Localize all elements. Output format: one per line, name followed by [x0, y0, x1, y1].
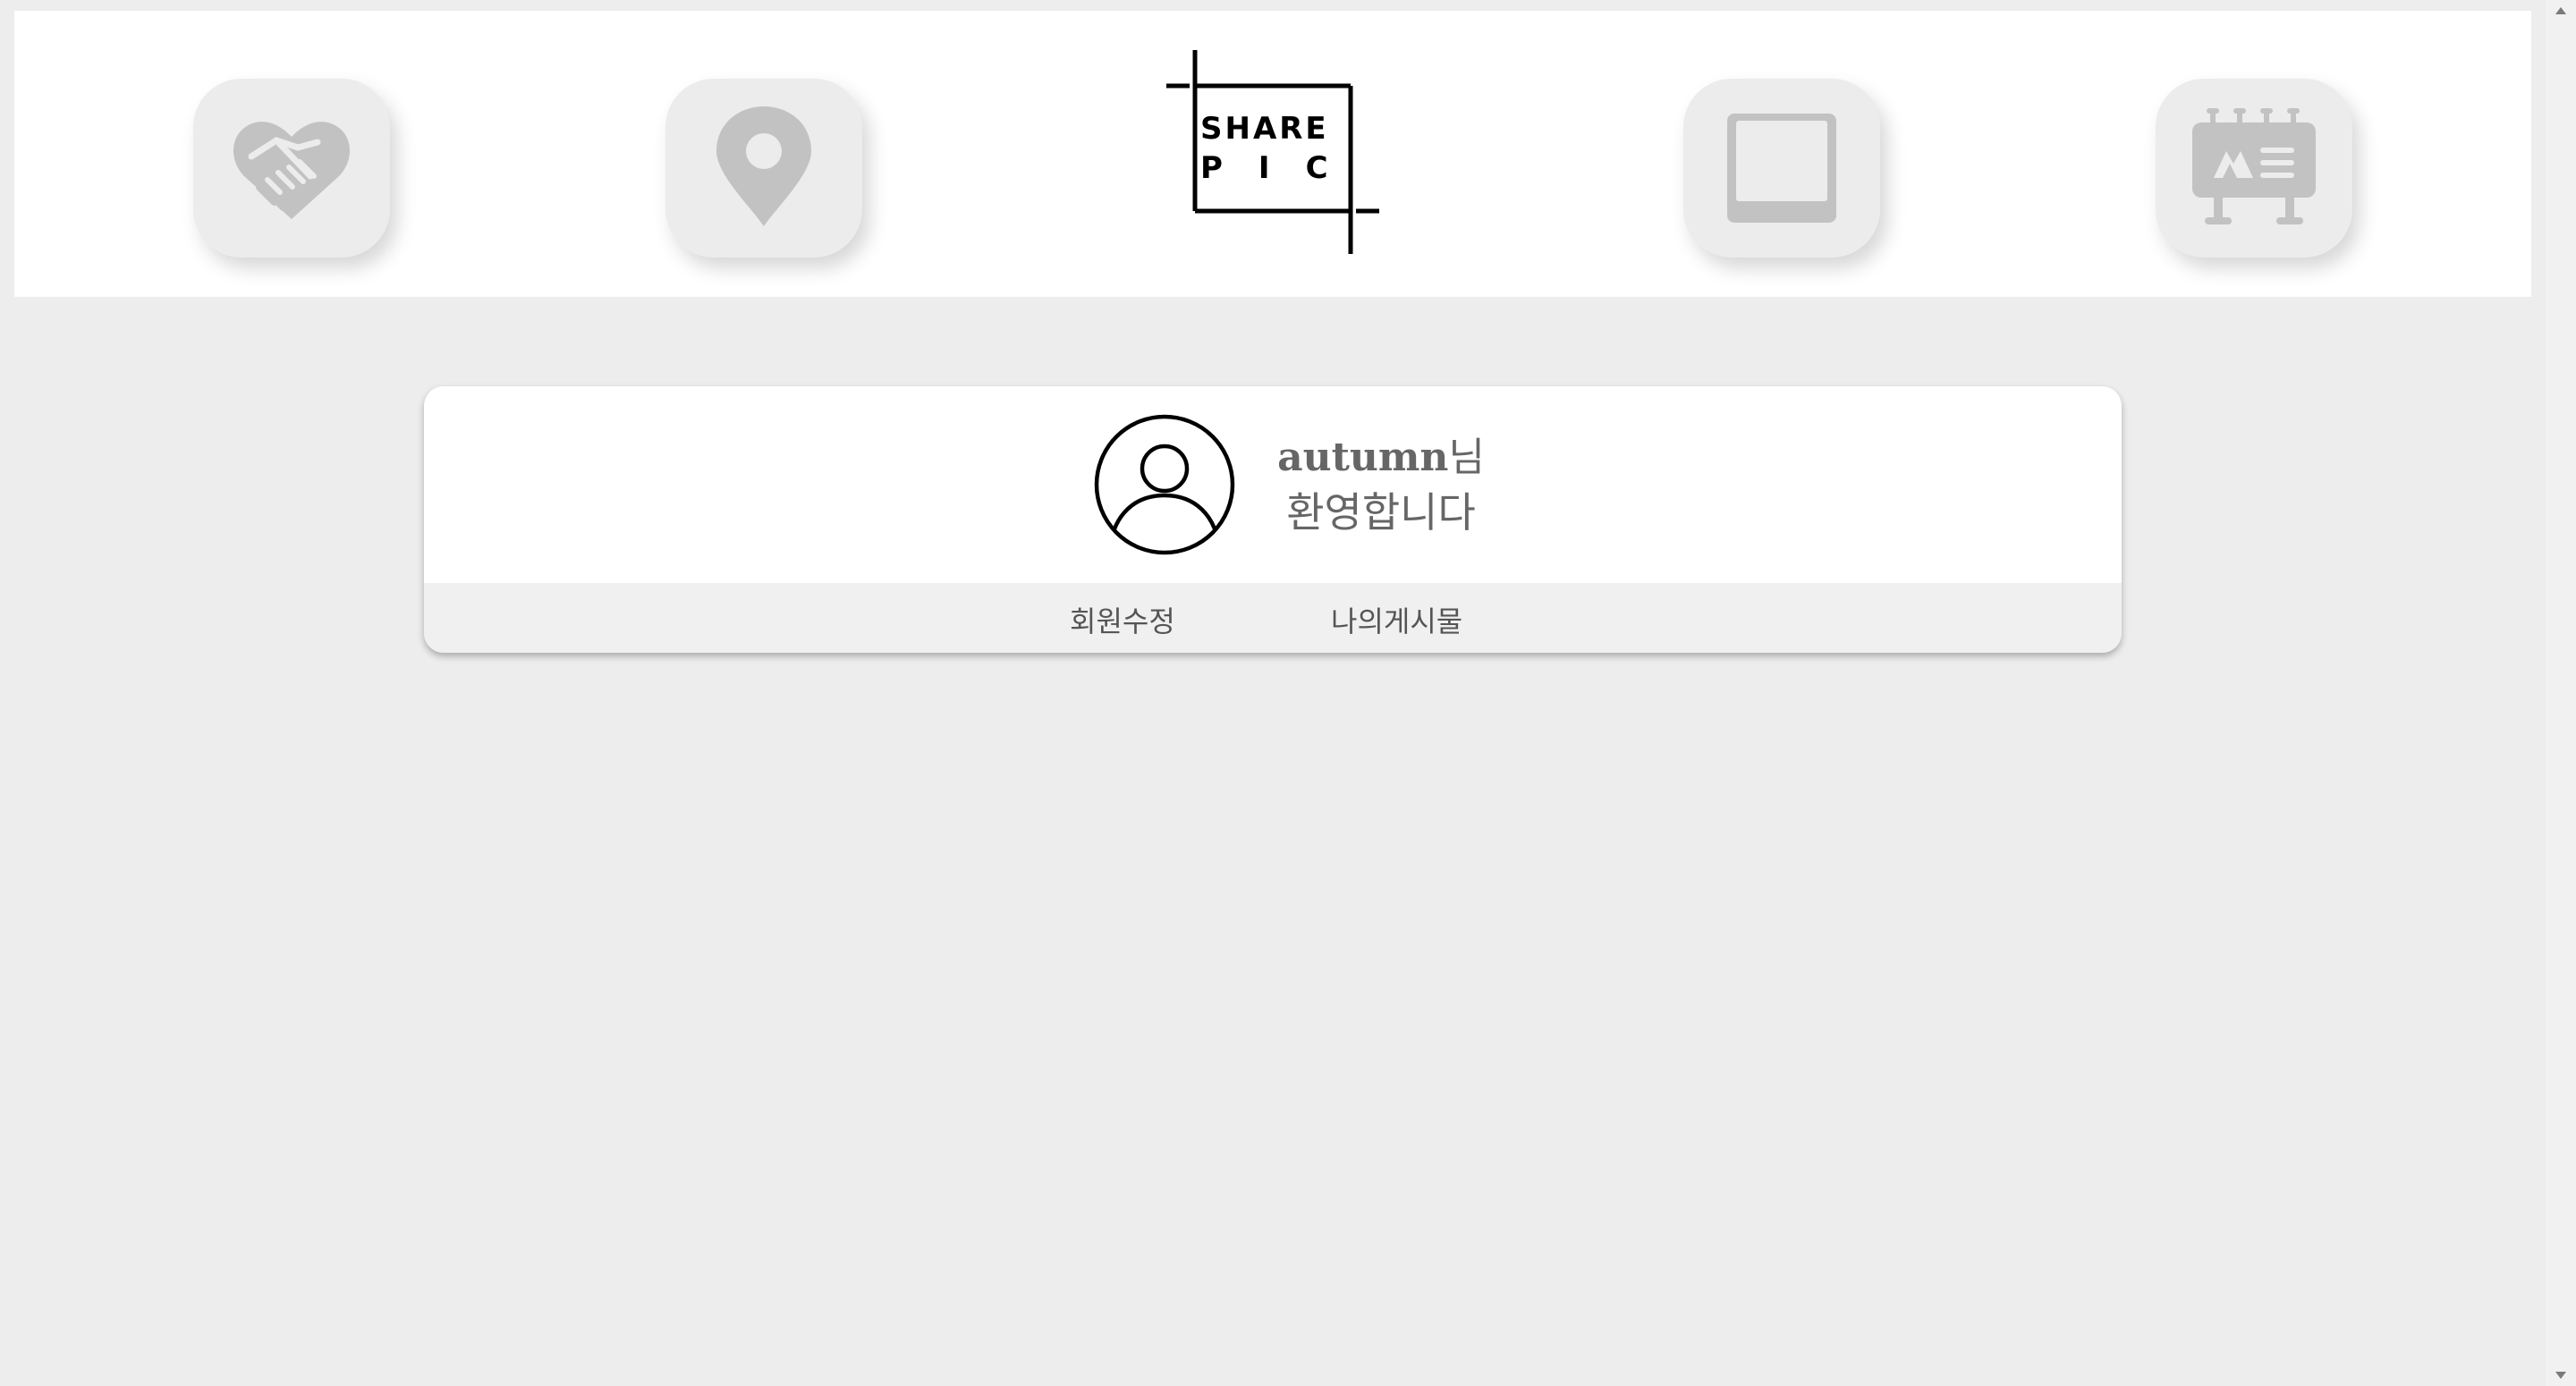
triangle-down-icon	[2555, 1372, 2566, 1379]
handshake-heart-icon	[233, 122, 350, 219]
scroll-down-arrow[interactable]	[2546, 1365, 2576, 1386]
community-nav-button[interactable]	[193, 79, 390, 258]
user-avatar-icon	[1094, 414, 1235, 555]
sharepic-logo[interactable]: SHARE PIC	[1163, 46, 1406, 261]
welcome-greeting: autumn님 환영합니다	[1265, 435, 1497, 536]
top-navigation-bar: SHARE PIC	[14, 11, 2531, 297]
gallery-nav-button[interactable]	[1683, 79, 1880, 258]
picture-frame-icon	[1727, 114, 1836, 223]
vertical-scrollbar[interactable]	[2546, 0, 2576, 1386]
scroll-up-arrow[interactable]	[2546, 0, 2576, 21]
logo-text-pic: PIC	[1200, 150, 1364, 186]
billboard-icon	[2192, 108, 2316, 224]
avatar	[1093, 413, 1236, 556]
username-honorific: 님	[1448, 435, 1485, 480]
triangle-up-icon	[2555, 7, 2566, 14]
map-pin-icon	[716, 106, 811, 226]
logo-text-share: SHARE	[1200, 111, 1329, 147]
map-nav-button[interactable]	[665, 79, 862, 258]
board-nav-button[interactable]	[2156, 79, 2352, 258]
edit-member-link[interactable]: 회원수정	[1070, 599, 1175, 640]
username: autumn	[1277, 435, 1449, 480]
my-posts-link[interactable]: 나의게시물	[1331, 599, 1462, 640]
profile-card: autumn님 환영합니다 회원수정 나의게시물	[424, 386, 2122, 653]
welcome-message: 환영합니다	[1286, 488, 1476, 537]
profile-tab-bar: 회원수정 나의게시물	[424, 583, 2122, 653]
